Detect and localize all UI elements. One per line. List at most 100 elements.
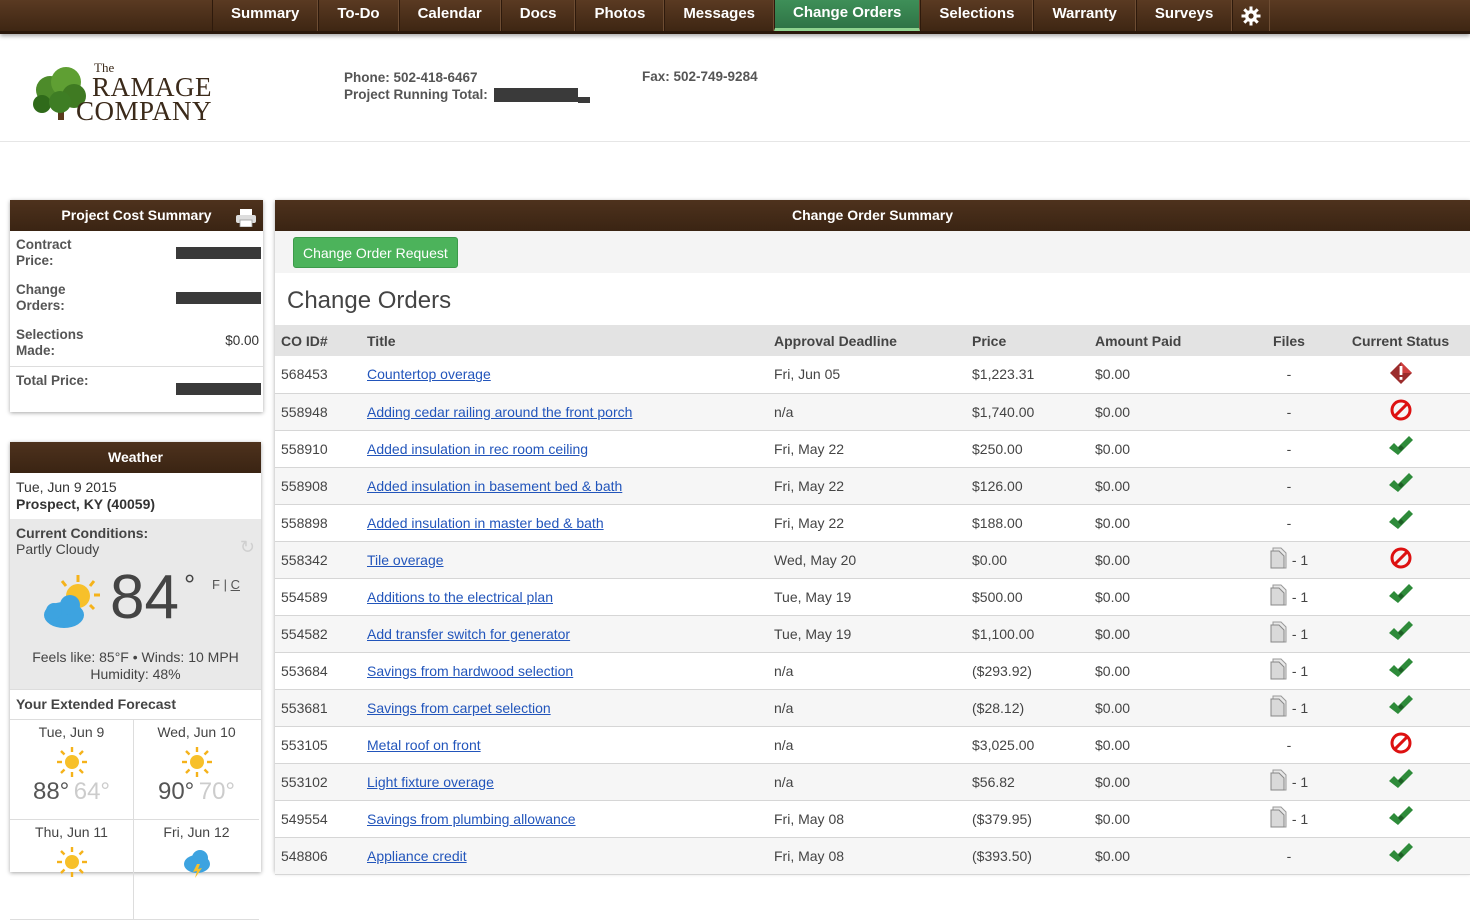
approved-status-icon[interactable] [1388, 769, 1414, 794]
file-icon[interactable] [1270, 695, 1288, 720]
co-title-link[interactable]: Tile overage [367, 552, 444, 568]
cost-label: Contract Price: [16, 237, 72, 268]
co-title-link[interactable]: Countertop overage [367, 366, 491, 382]
table-row[interactable]: 558910 Added insulation in rec room ceili… [275, 430, 1470, 468]
co-title-link[interactable]: Added insulation in rec room ceiling [367, 441, 588, 457]
co-paid-cell: $0.00 [1089, 393, 1247, 431]
table-row[interactable]: 554589 Additions to the electrical plan Tu… [275, 578, 1470, 616]
co-files-cell: - 1 [1247, 652, 1331, 690]
settings-gear-icon[interactable] [1232, 0, 1271, 31]
co-title-cell: Added insulation in rec room ceiling [361, 430, 768, 468]
cost-label: Total Price: [16, 373, 89, 388]
pending-status-icon[interactable] [1389, 361, 1413, 388]
table-row[interactable]: 568453 Countertop overage Fri, Jun 05 $1,22… [275, 356, 1470, 394]
declined-status-icon[interactable] [1390, 732, 1412, 757]
co-title-link[interactable]: Savings from carpet selection [367, 700, 551, 716]
table-row[interactable]: 553105 Metal roof on front n/a $3,025.00 $0.… [275, 726, 1470, 764]
co-title-link[interactable]: Appliance credit [367, 848, 467, 864]
approved-status-icon[interactable] [1388, 510, 1414, 535]
declined-status-icon[interactable] [1390, 547, 1412, 572]
file-attachment[interactable]: - 1 [1270, 547, 1308, 572]
co-title-link[interactable]: Added insulation in basement bed & bath [367, 478, 622, 494]
file-attachment[interactable]: - 1 [1270, 695, 1308, 720]
page-header: The RAMAGE COMPANY Phone: 502-418-6467 P… [0, 34, 1470, 142]
sun-icon [10, 746, 133, 778]
co-paid-cell: $0.00 [1089, 615, 1247, 653]
co-price-cell: $1,100.00 [966, 615, 1089, 653]
file-icon[interactable] [1270, 547, 1288, 572]
nav-tab-docs[interactable]: Docs [500, 0, 576, 31]
file-icon[interactable] [1270, 806, 1288, 831]
co-price-cell: ($28.12) [966, 689, 1089, 727]
nav-tab-messages[interactable]: Messages [664, 0, 775, 31]
column-header-current-status[interactable]: Current Status [1331, 325, 1470, 356]
file-icon[interactable] [1270, 658, 1288, 683]
nav-tab-photos[interactable]: Photos [575, 0, 665, 31]
file-attachment[interactable]: - 1 [1270, 806, 1308, 831]
co-title-link[interactable]: Metal roof on front [367, 737, 481, 753]
approved-status-icon[interactable] [1388, 843, 1414, 868]
declined-status-icon[interactable] [1390, 399, 1412, 424]
table-row[interactable]: 553102 Light fixture overage n/a $56.82 $0.0… [275, 763, 1470, 801]
column-header-files[interactable]: Files [1247, 325, 1331, 356]
co-files-cell: - 1 [1247, 689, 1331, 727]
approved-status-icon[interactable] [1388, 584, 1414, 609]
table-row[interactable]: 558908 Added insulation in basement bed &… [275, 467, 1470, 505]
file-icon[interactable] [1270, 769, 1288, 794]
file-icon[interactable] [1270, 621, 1288, 646]
table-row[interactable]: 549554 Savings from plumbing allowance Fri… [275, 800, 1470, 838]
co-deadline-cell: Fri, May 22 [768, 430, 966, 468]
column-header-approval-deadline[interactable]: Approval Deadline [768, 325, 966, 356]
file-attachment[interactable]: - 1 [1270, 584, 1308, 609]
co-paid-cell: $0.00 [1089, 541, 1247, 579]
table-row[interactable]: 548806 Appliance credit Fri, May 08 ($393.5… [275, 837, 1470, 875]
refresh-icon[interactable]: ↻ [240, 537, 255, 558]
nav-tab-warranty[interactable]: Warranty [1033, 0, 1136, 31]
nav-tab-to-do[interactable]: To-Do [318, 0, 399, 31]
table-row[interactable]: 558898 Added insulation in master bed & b… [275, 504, 1470, 542]
co-title-link[interactable]: Light fixture overage [367, 774, 494, 790]
approved-status-icon[interactable] [1388, 658, 1414, 683]
table-row[interactable]: 558342 Tile overage Wed, May 20 $0.00 $0.00-… [275, 541, 1470, 579]
approved-status-icon[interactable] [1388, 806, 1414, 831]
co-title-link[interactable]: Savings from hardwood selection [367, 663, 573, 679]
file-attachment[interactable]: - 1 [1270, 658, 1308, 683]
cost-row-contract-price: Contract Price: [10, 231, 263, 276]
column-header-price[interactable]: Price [966, 325, 1089, 356]
file-attachment[interactable]: - 1 [1270, 621, 1308, 646]
nav-tab-calendar[interactable]: Calendar [398, 0, 501, 31]
change-order-request-button[interactable]: Change Order Request [293, 237, 458, 268]
unit-c[interactable]: C [231, 577, 240, 592]
column-header-title[interactable]: Title [361, 325, 768, 356]
co-deadline-cell: n/a [768, 689, 966, 727]
approved-status-icon[interactable] [1388, 436, 1414, 461]
co-title-link[interactable]: Additions to the electrical plan [367, 589, 553, 605]
co-deadline-cell: n/a [768, 763, 966, 801]
approved-status-icon[interactable] [1388, 473, 1414, 498]
co-title-link[interactable]: Adding cedar railing around the front po… [367, 404, 632, 420]
weather-date-location: Tue, Jun 9 2015 Prospect, KY (40059) [10, 473, 261, 519]
cost-value: $0.00 [225, 333, 259, 348]
co-paid-cell: $0.00 [1089, 726, 1247, 764]
file-icon[interactable] [1270, 584, 1288, 609]
cost-rows: Contract Price: Change Orders: Selections … [10, 231, 263, 410]
file-attachment[interactable]: - 1 [1270, 769, 1308, 794]
nav-tab-summary[interactable]: Summary [212, 0, 319, 31]
co-title-link[interactable]: Savings from plumbing allowance [367, 811, 576, 827]
table-row[interactable]: 553681 Savings from carpet selection n/a ($… [275, 689, 1470, 727]
co-title-link[interactable]: Added insulation in master bed & bath [367, 515, 604, 531]
column-header-amount-paid[interactable]: Amount Paid [1089, 325, 1247, 356]
unit-separator: | [223, 577, 227, 592]
table-row[interactable]: 553684 Savings from hardwood selection n/a… [275, 652, 1470, 690]
nav-tab-change-orders[interactable]: Change Orders [774, 0, 921, 31]
approved-status-icon[interactable] [1388, 621, 1414, 646]
unit-f[interactable]: F [212, 577, 220, 592]
approved-status-icon[interactable] [1388, 695, 1414, 720]
nav-tab-surveys[interactable]: Surveys [1135, 0, 1233, 31]
company-logo[interactable]: The RAMAGE COMPANY [28, 56, 218, 126]
nav-tab-selections[interactable]: Selections [920, 0, 1034, 31]
table-row[interactable]: 558948 Adding cedar railing around the fr… [275, 393, 1470, 431]
table-row[interactable]: 554582 Add transfer switch for generator T… [275, 615, 1470, 653]
co-title-link[interactable]: Add transfer switch for generator [367, 626, 570, 642]
column-header-co-id[interactable]: CO ID# [275, 325, 361, 356]
